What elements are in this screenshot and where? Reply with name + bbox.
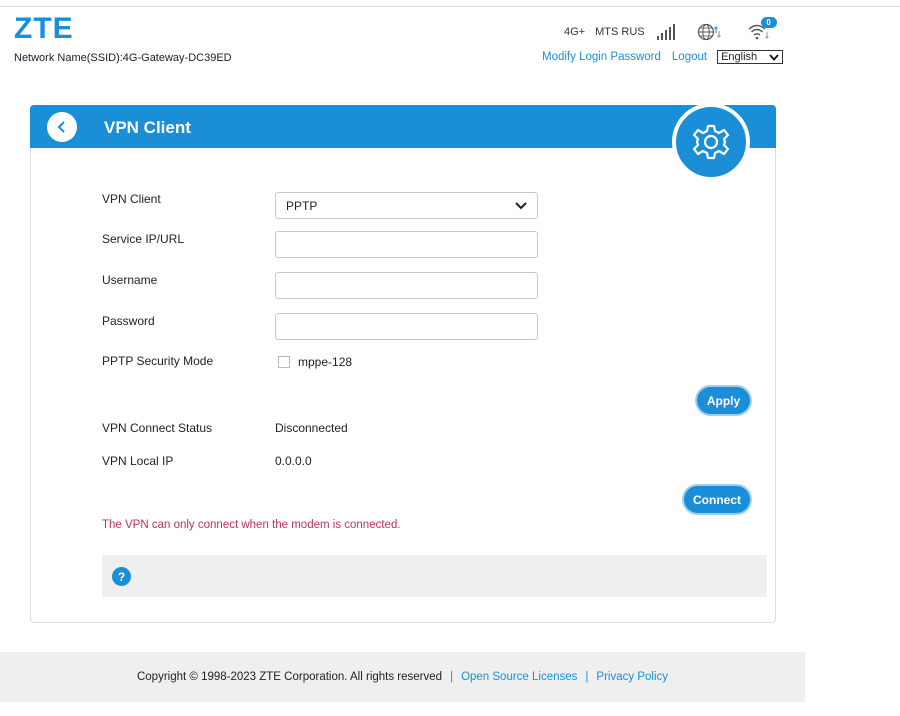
wifi-clients-badge: 0 [760,17,777,28]
carrier-name: MTS RUS [595,26,645,38]
apply-button[interactable]: Apply [697,387,750,414]
username-input[interactable] [275,272,538,299]
signal-strength-icon [656,24,675,40]
vpn-client-label: VPN Client [102,192,161,206]
internet-globe-icon [697,23,721,41]
settings-gear-badge [672,103,750,181]
password-label: Password [102,314,155,328]
pptp-security-mode-label: PPTP Security Mode [102,354,214,368]
vpn-warning-text: The VPN can only connect when the modem … [102,519,401,531]
service-ip-input[interactable] [275,231,538,258]
vpn-connect-status-label: VPN Connect Status [102,421,213,435]
network-type: 4G+ [564,26,586,38]
mppe-128-label: mppe-128 [298,355,353,369]
modify-login-password-link[interactable]: Modify Login Password [542,51,661,63]
service-ip-label: Service IP/URL [102,232,185,246]
status-bar: 4G+ MTS RUS 0 [564,17,777,42]
top-divider [0,6,900,7]
footer: Copyright © 1998-2023 ZTE Corporation. A… [0,652,805,702]
help-icon[interactable]: ? [112,567,131,586]
vpn-client-value: PPTP [286,198,318,213]
vpn-client-select[interactable]: PPTP [275,192,538,219]
chevron-left-icon [57,121,65,133]
language-select[interactable]: English [717,50,784,64]
chevron-down-icon [515,201,527,209]
mppe-128-checkbox[interactable] [278,356,290,368]
gear-icon [692,124,730,160]
back-button[interactable] [47,112,77,142]
open-source-licenses-link[interactable]: Open Source Licenses [461,671,577,683]
vpn-client-card: VPN Client VPN Client PPTP Service IP/UR… [30,103,776,623]
copyright-text: Copyright © 1998-2023 ZTE Corporation. A… [136,671,443,683]
vpn-local-ip-label: VPN Local IP [102,454,174,468]
header-links: Modify Login Password Logout English [542,50,784,64]
vpn-connect-status-value: Disconnected [275,421,348,435]
privacy-policy-link[interactable]: Privacy Policy [596,671,668,683]
wifi-icon: 0 [747,17,777,41]
connect-button[interactable]: Connect [684,486,750,513]
username-label: Username [102,273,158,287]
vpn-local-ip-value: 0.0.0.0 [275,454,312,468]
chevron-down-icon [769,53,779,61]
help-bar: ? [102,555,767,597]
logout-link[interactable]: Logout [672,51,707,63]
footer-separator: | [450,671,454,683]
network-name: Network Name(SSID):4G-Gateway-DC39ED [14,52,232,64]
language-value: English [721,51,758,63]
password-input[interactable] [275,313,538,340]
footer-separator: | [585,671,589,683]
page-title: VPN Client [104,118,191,137]
card-header: VPN Client [30,105,776,148]
zte-logo: ZTE [14,12,74,45]
